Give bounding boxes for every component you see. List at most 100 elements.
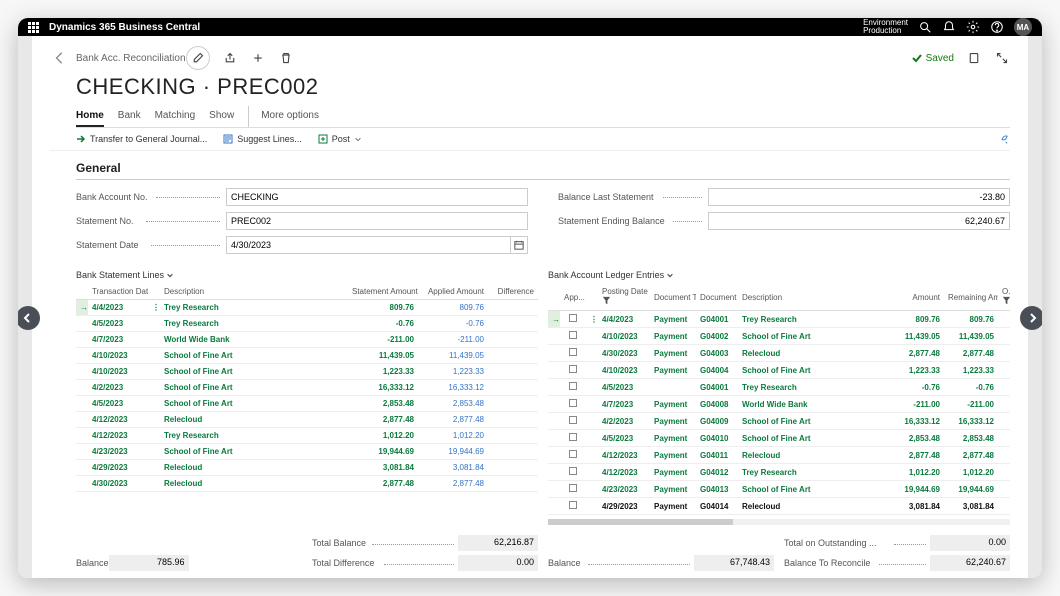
table-row[interactable]: 4/10/2023PaymentG04002School of Fine Art…	[548, 328, 1010, 345]
checkbox[interactable]	[569, 450, 577, 458]
tab-matching[interactable]: Matching	[155, 106, 196, 127]
table-row[interactable]: →⋮4/4/2023PaymentG04001Trey Research809.…	[548, 311, 1010, 328]
col-description[interactable]: Description	[160, 284, 348, 300]
table-row[interactable]: 4/2/2023PaymentG04009School of Fine Art1…	[548, 413, 1010, 430]
col-amount[interactable]: Amount	[890, 284, 944, 311]
table-row[interactable]: 4/23/2023School of Fine Art19,944.6919,9…	[76, 444, 538, 460]
breadcrumb: Bank Acc. Reconciliation	[76, 53, 186, 64]
expand-icon[interactable]	[994, 50, 1010, 66]
statement-no-field[interactable]	[226, 212, 528, 230]
table-row[interactable]: 4/30/2023PaymentG04003Relecloud2,877.482…	[548, 345, 1010, 362]
table-row[interactable]: 4/12/2023PaymentG04011Relecloud2,877.482…	[548, 447, 1010, 464]
balance-right-value: 67,748.43	[694, 555, 774, 571]
statement-date-label: Statement Date	[76, 240, 226, 250]
table-row[interactable]: 4/7/2023PaymentG04008World Wide Bank-211…	[548, 396, 1010, 413]
env-name: Production	[863, 27, 908, 35]
new-icon[interactable]	[250, 50, 266, 66]
table-row[interactable]: 4/10/2023School of Fine Art1,223.331,223…	[76, 364, 538, 380]
checkbox[interactable]	[569, 416, 577, 424]
total-balance-label: Total Balance	[312, 538, 458, 548]
col-doc-no[interactable]: Document No.	[696, 284, 738, 311]
checkbox[interactable]	[569, 382, 577, 390]
balance-right-label: Balance	[548, 558, 694, 568]
table-row[interactable]: 4/2/2023School of Fine Art16,333.1216,33…	[76, 380, 538, 396]
search-icon[interactable]	[918, 20, 932, 34]
notifications-icon[interactable]	[942, 20, 956, 34]
col-remaining-amount[interactable]: Remaining Amount	[944, 284, 998, 311]
col-doc-type[interactable]: Document Type	[650, 284, 696, 311]
environment-badge[interactable]: EnvironmentProduction	[859, 19, 908, 35]
next-record-button[interactable]	[1020, 306, 1042, 330]
filter-icon[interactable]	[602, 298, 611, 307]
attach-icon[interactable]	[966, 50, 982, 66]
checkbox[interactable]	[569, 399, 577, 407]
edit-button[interactable]	[186, 46, 210, 70]
stmt-ending-balance-label: Statement Ending Balance	[558, 216, 708, 226]
table-row[interactable]: 4/23/2023PaymentG04013School of Fine Art…	[548, 481, 1010, 498]
table-row[interactable]: 4/5/2023School of Fine Art2,853.482,853.…	[76, 396, 538, 412]
suggest-lines-action[interactable]: Suggest Lines...	[223, 134, 302, 144]
copilot-icon[interactable]	[1000, 134, 1010, 144]
balance-last-stmt-field[interactable]	[708, 188, 1010, 206]
col-difference[interactable]: Difference	[488, 284, 538, 300]
table-row[interactable]: 4/29/2023Relecloud3,081.843,081.84	[76, 460, 538, 476]
horizontal-scrollbar[interactable]	[548, 519, 1010, 525]
col-description[interactable]: Description	[738, 284, 890, 311]
page-title: CHECKING · PREC002	[76, 74, 1010, 100]
tab-bank[interactable]: Bank	[118, 106, 141, 127]
tab-show[interactable]: Show	[209, 106, 234, 127]
balance-left-label: Balance	[76, 558, 109, 568]
checkbox[interactable]	[569, 484, 577, 492]
statement-date-field[interactable]	[226, 236, 510, 254]
stmt-ending-balance-field[interactable]	[708, 212, 1010, 230]
bank-account-no-field[interactable]	[226, 188, 528, 206]
col-applied[interactable]: App...	[560, 284, 586, 311]
calendar-icon[interactable]	[510, 236, 528, 254]
checkbox[interactable]	[569, 348, 577, 356]
statement-no-label: Statement No.	[76, 216, 226, 226]
tab-home[interactable]: Home	[76, 106, 104, 127]
table-row[interactable]: 4/7/2023World Wide Bank-211.00-211.00	[76, 332, 538, 348]
outstanding-label: Total on Outstanding ...	[784, 538, 930, 548]
col-posting-date[interactable]: Posting Date	[598, 284, 650, 311]
settings-icon[interactable]	[966, 20, 980, 34]
table-row[interactable]: 4/5/2023PaymentG04010School of Fine Art2…	[548, 430, 1010, 447]
table-row[interactable]: →4/4/2023⋮Trey Research809.76809.76	[76, 300, 538, 316]
col-open[interactable]: O...	[998, 284, 1010, 311]
checkbox[interactable]	[569, 433, 577, 441]
total-diff-label: Total Difference	[312, 558, 458, 568]
table-row[interactable]: 4/10/2023School of Fine Art11,439.0511,4…	[76, 348, 538, 364]
table-row[interactable]: 4/12/2023Trey Research1,012.201,012.20	[76, 428, 538, 444]
delete-icon[interactable]	[278, 50, 294, 66]
tabs: Home Bank Matching Show More options	[76, 106, 1010, 128]
tab-more-options[interactable]: More options	[248, 106, 319, 127]
table-row[interactable]: 4/5/2023G04001Trey Research-0.76-0.76	[548, 379, 1010, 396]
checkbox[interactable]	[569, 365, 577, 373]
ledger-entries-header[interactable]: Bank Account Ledger Entries	[548, 270, 1010, 280]
table-row[interactable]: 4/10/2023PaymentG04004School of Fine Art…	[548, 362, 1010, 379]
checkbox[interactable]	[569, 501, 577, 509]
checkbox[interactable]	[569, 331, 577, 339]
table-row[interactable]: 4/30/2023Relecloud2,877.482,877.48	[76, 476, 538, 492]
col-statement-amount[interactable]: Statement Amount	[348, 284, 418, 300]
avatar[interactable]: MA	[1014, 18, 1032, 36]
app-launcher-icon[interactable]	[28, 22, 39, 33]
bank-statement-lines-header[interactable]: Bank Statement Lines	[76, 270, 538, 280]
back-button[interactable]	[50, 48, 70, 68]
share-icon[interactable]	[222, 50, 238, 66]
table-row[interactable]: 4/12/2023PaymentG04012Trey Research1,012…	[548, 464, 1010, 481]
bank-account-no-label: Bank Account No.	[76, 192, 226, 202]
post-action[interactable]: Post	[318, 134, 362, 144]
table-row[interactable]: 4/5/2023Trey Research-0.76-0.76	[76, 316, 538, 332]
col-applied-amount[interactable]: Applied Amount	[418, 284, 488, 300]
transfer-to-journal-action[interactable]: Transfer to General Journal...	[76, 134, 207, 144]
balance-left-value: 785.96	[109, 555, 189, 571]
table-row[interactable]: 4/29/2023PaymentG04014Relecloud3,081.843…	[548, 498, 1010, 515]
table-row[interactable]: 4/12/2023Relecloud2,877.482,877.48	[76, 412, 538, 428]
checkbox[interactable]	[569, 467, 577, 475]
checkbox[interactable]	[569, 314, 577, 322]
filter-icon[interactable]	[1002, 298, 1010, 307]
col-transaction-date[interactable]: Transaction Date	[88, 284, 148, 300]
reconcile-value: 62,240.67	[930, 555, 1010, 571]
help-icon[interactable]	[990, 20, 1004, 34]
